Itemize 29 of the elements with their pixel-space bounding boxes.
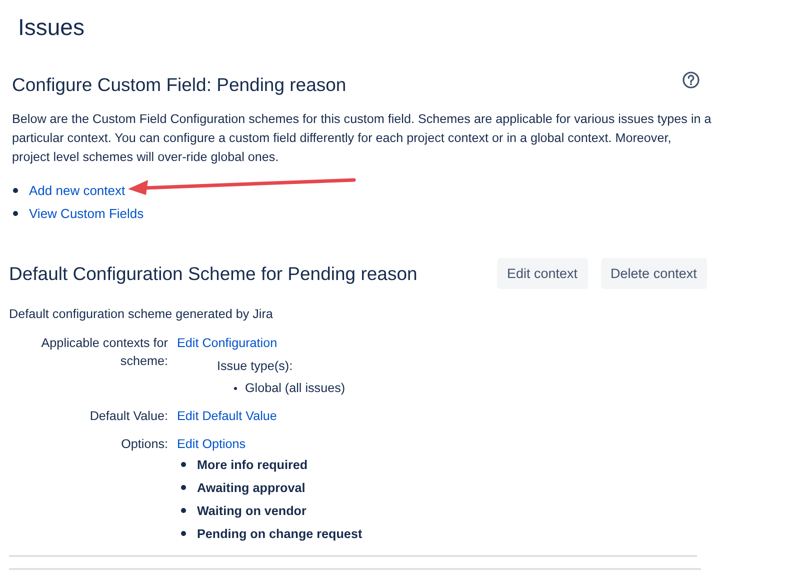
bullet-icon bbox=[181, 485, 186, 490]
field-label: Options: bbox=[120, 436, 168, 453]
field-label: Applicable contexts for scheme: bbox=[40, 335, 168, 370]
help-icon[interactable] bbox=[682, 71, 700, 89]
page-title: Issues bbox=[17, 13, 86, 42]
option-text: More info required bbox=[197, 456, 308, 474]
section-title: Configure Custom Field: Pending reason bbox=[12, 73, 346, 97]
bullet-icon bbox=[181, 462, 186, 467]
bullet-icon bbox=[181, 531, 186, 536]
context-button[interactable]: Edit context bbox=[497, 258, 588, 289]
issue-type: Global (all issues) bbox=[245, 380, 346, 397]
link[interactable]: Edit Default Value bbox=[177, 409, 277, 423]
link[interactable]: Edit Configuration bbox=[177, 336, 278, 350]
link[interactable]: View Custom Fields bbox=[29, 206, 144, 221]
bullet-icon bbox=[13, 211, 18, 216]
scheme-description: Default configuration scheme generated by Jira bbox=[9, 307, 274, 321]
description-text: Below are the Custom Field Configuration schemes for this custom field. Schemes are applicable for various issues types in a particular context. You can configure a custom field differently for each project context or in a global context. Moreover, project level schemes will over-ride global ones. bbox=[12, 111, 712, 166]
bullet-icon bbox=[234, 386, 237, 390]
field-label: Default Value: bbox=[88, 408, 168, 425]
link[interactable]: Add new context bbox=[29, 183, 126, 198]
bullet-icon bbox=[181, 508, 186, 513]
issue-types-label: Issue type(s): bbox=[217, 358, 294, 375]
scheme-title: Default Configuration Scheme for Pending reason bbox=[9, 262, 418, 286]
option-text: Pending on change request bbox=[197, 526, 362, 542]
option-text: Waiting on vendor bbox=[197, 502, 306, 520]
bullet-icon bbox=[13, 188, 18, 193]
option-text: Awaiting approval bbox=[197, 480, 306, 496]
link[interactable]: Edit Options bbox=[177, 437, 246, 451]
context-button[interactable]: Delete context bbox=[600, 258, 707, 289]
